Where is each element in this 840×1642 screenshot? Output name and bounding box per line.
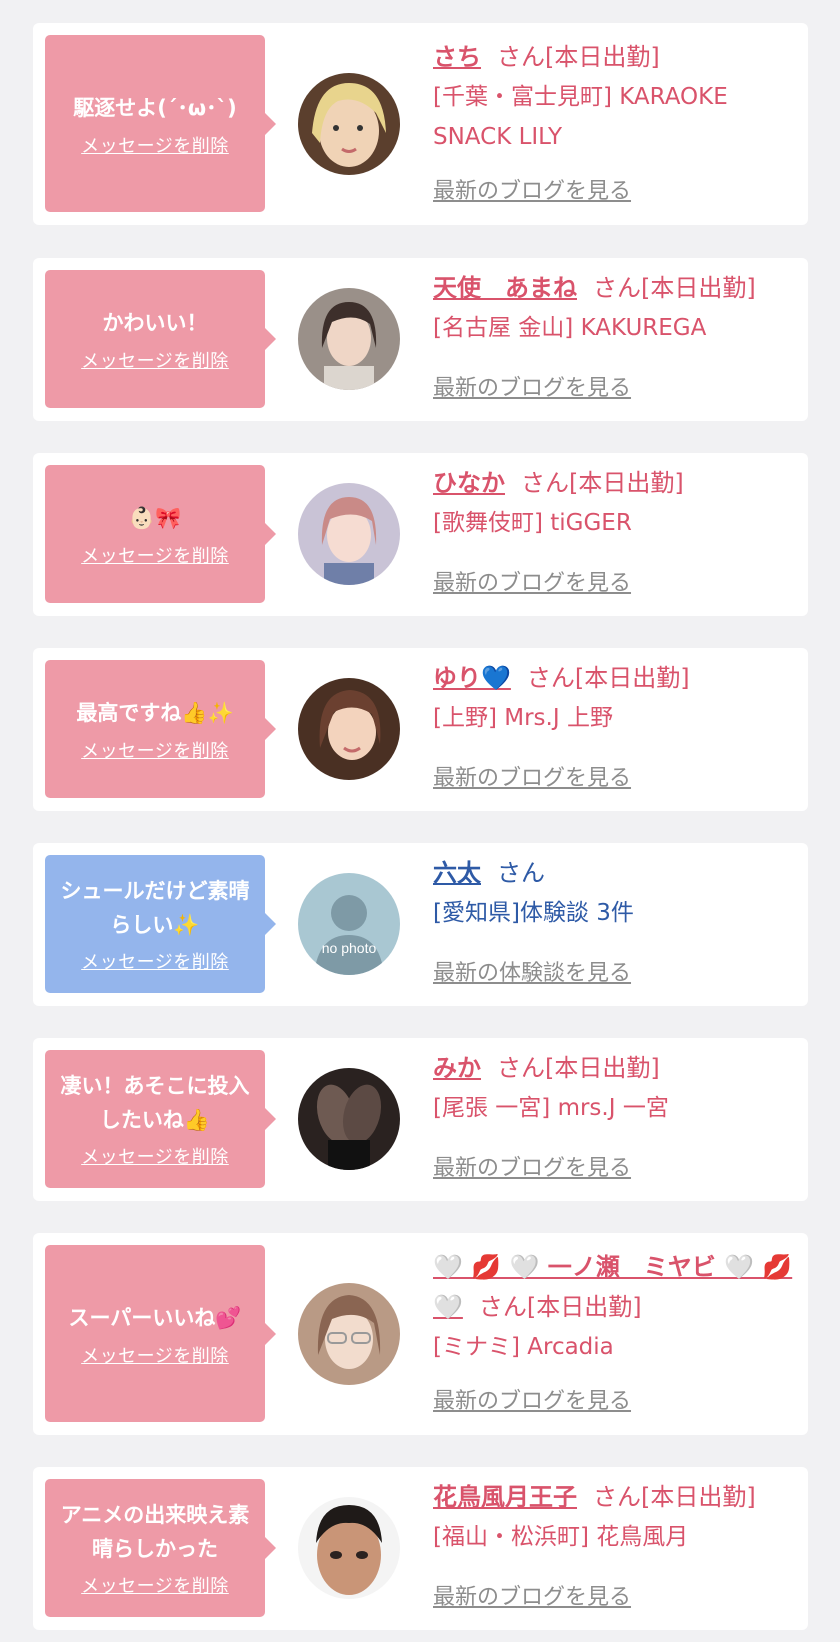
list-item: 最高ですね👍✨ メッセージを削除 ゆり💙 さん[本日出勤] [上野] Mrs.J …	[33, 648, 808, 811]
profile-info: さち さん[本日出勤] [千葉・富士見町] KARAOKE SNACK LILY	[433, 37, 800, 157]
shop-info: [福山・松浜町] 花鳥風月	[433, 1524, 689, 1550]
avatar[interactable]	[298, 1068, 400, 1170]
message-text: アニメの出来映え素晴らしかった	[60, 1503, 250, 1561]
latest-blog-link[interactable]: 最新のブログを見る	[433, 370, 631, 402]
avatar[interactable]	[298, 678, 400, 780]
profile-info: みか さん[本日出勤] [尾張 一宮] mrs.J 一宮	[433, 1048, 800, 1128]
latest-blog-link[interactable]: 最新のブログを見る	[433, 760, 631, 792]
review-info: [愛知県]体験談 3件	[433, 900, 634, 926]
profile-info: ひなか さん[本日出勤] [歌舞伎町] tiGGER	[433, 463, 800, 543]
profile-info: 🤍 💋 🤍 一ノ瀬 ミヤビ 🤍 💋 🤍 さん[本日出勤] [ミナミ] Arcadi…	[433, 1247, 800, 1367]
message-bubble: スーパーいいね💕 メッセージを削除	[45, 1245, 276, 1422]
delete-message-button[interactable]: メッセージを削除	[81, 542, 229, 568]
profile-status: さん[本日出勤]	[478, 1293, 642, 1321]
avatar[interactable]	[298, 288, 400, 390]
list-item: かわいい！ メッセージを削除 天使 あまね さん[本日出勤] [名古屋 金山] K…	[33, 258, 808, 421]
profile-info: 天使 あまね さん[本日出勤] [名古屋 金山] KAKUREGA	[433, 268, 800, 348]
delete-message-button[interactable]: メッセージを削除	[81, 1572, 229, 1598]
delete-message-button[interactable]: メッセージを削除	[81, 737, 229, 763]
message-bubble: 駆逐せよ(´･ω･`) メッセージを削除	[45, 35, 276, 212]
list-item: 駆逐せよ(´･ω･`) メッセージを削除 さち さん[本日出勤] [千葉・富士見町…	[33, 23, 808, 225]
profile-name-link[interactable]: 六太	[433, 859, 481, 887]
shop-info: [尾張 一宮] mrs.J 一宮	[433, 1095, 669, 1121]
profile-status: さん[本日出勤]	[497, 43, 660, 71]
latest-blog-link[interactable]: 最新のブログを見る	[433, 1383, 631, 1415]
message-bubble: かわいい！ メッセージを削除	[45, 270, 276, 408]
delete-message-button[interactable]: メッセージを削除	[81, 1143, 229, 1169]
latest-blog-link[interactable]: 最新のブログを見る	[433, 565, 631, 597]
profile-status: さん[本日出勤]	[593, 274, 756, 302]
shop-info: [名古屋 金山] KAKUREGA	[433, 315, 707, 341]
message-text: 駆逐せよ(´･ω･`)	[73, 95, 237, 120]
message-bubble: アニメの出来映え素晴らしかった メッセージを削除	[45, 1479, 276, 1617]
delete-message-button[interactable]: メッセージを削除	[81, 948, 229, 974]
profile-info: 花鳥風月王子 さん[本日出勤] [福山・松浜町] 花鳥風月	[433, 1477, 800, 1557]
profile-status: さん[本日出勤]	[593, 1483, 756, 1511]
favorites-list: 駆逐せよ(´･ω･`) メッセージを削除 さち さん[本日出勤] [千葉・富士見町…	[0, 0, 840, 1642]
avatar[interactable]	[298, 1283, 400, 1385]
message-bubble: 凄い！あそこに投入したいね👍 メッセージを削除	[45, 1050, 276, 1188]
delete-message-button[interactable]: メッセージを削除	[81, 1342, 229, 1368]
profile-info: ゆり💙 さん[本日出勤] [上野] Mrs.J 上野	[433, 658, 800, 738]
profile-name-link[interactable]: ゆり💙	[433, 664, 511, 692]
list-item: 👶🏻🎀 メッセージを削除 ひなか さん[本日出勤] [歌舞伎町] tiGGER 最…	[33, 453, 808, 616]
latest-blog-link[interactable]: 最新のブログを見る	[433, 1150, 631, 1182]
profile-name-link[interactable]: さち	[433, 43, 481, 71]
latest-blog-link[interactable]: 最新のブログを見る	[433, 1579, 631, 1611]
list-item: アニメの出来映え素晴らしかった メッセージを削除 花鳥風月王子 さん[本日出勤] …	[33, 1467, 808, 1630]
profile-status: さん[本日出勤]	[497, 1054, 660, 1082]
message-text: スーパーいいね💕	[68, 1305, 242, 1330]
avatar[interactable]: no photo	[298, 873, 400, 975]
profile-status: さん	[497, 859, 545, 887]
shop-info: [千葉・富士見町] KARAOKE SNACK LILY	[433, 84, 728, 150]
profile-name-link[interactable]: みか	[433, 1054, 481, 1082]
no-photo-text: no photo	[322, 940, 377, 956]
avatar[interactable]	[298, 73, 400, 175]
delete-message-button[interactable]: メッセージを削除	[81, 347, 229, 373]
avatar[interactable]	[298, 1497, 400, 1599]
shop-info: [歌舞伎町] tiGGER	[433, 510, 632, 536]
shop-info: [ミナミ] Arcadia	[433, 1334, 614, 1360]
delete-message-button[interactable]: メッセージを削除	[81, 132, 229, 158]
profile-name-link[interactable]: 天使 あまね	[433, 274, 577, 302]
list-item: スーパーいいね💕 メッセージを削除 🤍 💋 🤍 一ノ瀬 ミヤビ 🤍 💋 🤍 さん[…	[33, 1233, 808, 1435]
message-text: 凄い！あそこに投入したいね👍	[60, 1074, 250, 1132]
list-item: 凄い！あそこに投入したいね👍 メッセージを削除 みか さん[本日出勤] [尾張 一…	[33, 1038, 808, 1201]
profile-status: さん[本日出勤]	[526, 664, 690, 692]
avatar[interactable]	[298, 483, 400, 585]
message-bubble: 最高ですね👍✨ メッセージを削除	[45, 660, 276, 798]
profile-info: 六太 さん [愛知県]体験談 3件	[433, 853, 800, 933]
message-text: 👶🏻🎀	[128, 506, 182, 530]
message-bubble: 👶🏻🎀 メッセージを削除	[45, 465, 276, 603]
message-text: 最高ですね👍✨	[76, 701, 234, 725]
profile-status: さん[本日出勤]	[521, 469, 684, 497]
shop-info: [上野] Mrs.J 上野	[433, 705, 613, 731]
latest-review-link[interactable]: 最新の体験談を見る	[433, 955, 631, 987]
message-text: かわいい！	[102, 311, 208, 335]
message-bubble: シュールだけど素晴らしい✨ メッセージを削除	[45, 855, 276, 993]
profile-name-link[interactable]: 花鳥風月王子	[433, 1483, 577, 1511]
list-item: シュールだけど素晴らしい✨ メッセージを削除 no photo 六太 さん [愛知…	[33, 843, 808, 1006]
profile-name-link[interactable]: ひなか	[433, 469, 505, 497]
message-text: シュールだけど素晴らしい✨	[60, 879, 250, 937]
latest-blog-link[interactable]: 最新のブログを見る	[433, 173, 631, 205]
